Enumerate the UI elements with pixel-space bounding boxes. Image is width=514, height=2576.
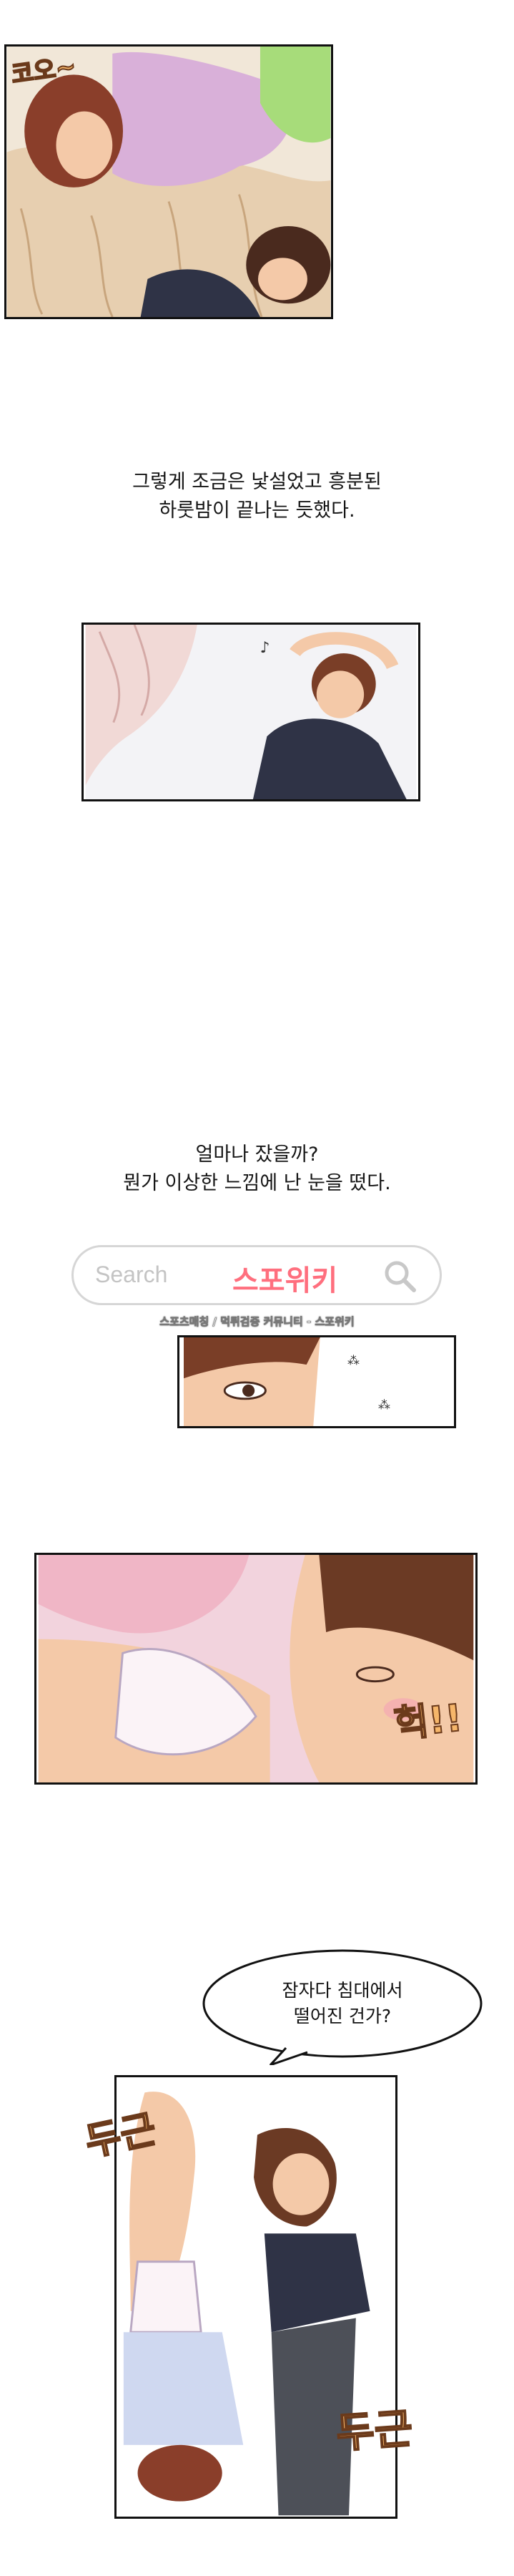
svg-text:⁂: ⁂ bbox=[347, 1354, 360, 1368]
panel-2-art: ♪ bbox=[85, 625, 417, 799]
panel-3-art: ⁂ ⁂ bbox=[184, 1337, 450, 1426]
comic-panel-3: ⁂ ⁂ bbox=[177, 1335, 456, 1428]
search-bar[interactable]: Search 스포위키 bbox=[71, 1245, 442, 1305]
narration-1-line-1: 그렇게 조금은 낯설었고 흥분된 bbox=[132, 471, 382, 493]
svg-text:♪: ♪ bbox=[260, 639, 270, 657]
comic-panel-4: 헉!! bbox=[34, 1553, 478, 1785]
search-caption: 스포츠매칭 / 먹튀검증 커뮤니티 - 스포위키 bbox=[159, 1315, 355, 1329]
narration-2-line-2: 뭔가 이상한 느낌에 난 눈을 떴다. bbox=[123, 1172, 391, 1194]
magnifier-icon[interactable] bbox=[381, 1257, 418, 1294]
panel-1-art bbox=[6, 47, 331, 317]
narration-1-line-2: 하룻밤이 끝나는 듯했다. bbox=[159, 499, 355, 522]
speech-bubble: 잠자다 침대에서 떨어진 건가? bbox=[200, 1948, 485, 2067]
brand-logo-text: 스포위키 bbox=[232, 1264, 338, 1297]
speech-line-2: 떨어진 건가? bbox=[293, 2006, 392, 2026]
narration-2-line-1: 얼마나 잤을까? bbox=[195, 1143, 319, 1166]
speech-bubble-text: 잠자다 침대에서 떨어진 건가? bbox=[200, 1978, 485, 2029]
comic-panel-1: 코오~ bbox=[4, 44, 333, 319]
comic-panel-2: ♪ bbox=[81, 623, 420, 801]
panel-4-art bbox=[38, 1555, 474, 1782]
sfx-gasp: 헉!! bbox=[392, 1696, 465, 1747]
narration-block-2: 얼마나 잤을까? 뭔가 이상한 느낌에 난 눈을 떴다. bbox=[0, 1141, 514, 1198]
search-placeholder[interactable]: Search bbox=[95, 1262, 167, 1288]
speech-line-1: 잠자다 침대에서 bbox=[282, 1980, 403, 2001]
sfx-thump-2: 두근 bbox=[334, 2403, 415, 2458]
narration-block-1: 그렇게 조금은 낯설었고 흥분된 하룻밤이 끝나는 듯했다. bbox=[0, 468, 514, 525]
svg-text:⁂: ⁂ bbox=[378, 1398, 390, 1413]
